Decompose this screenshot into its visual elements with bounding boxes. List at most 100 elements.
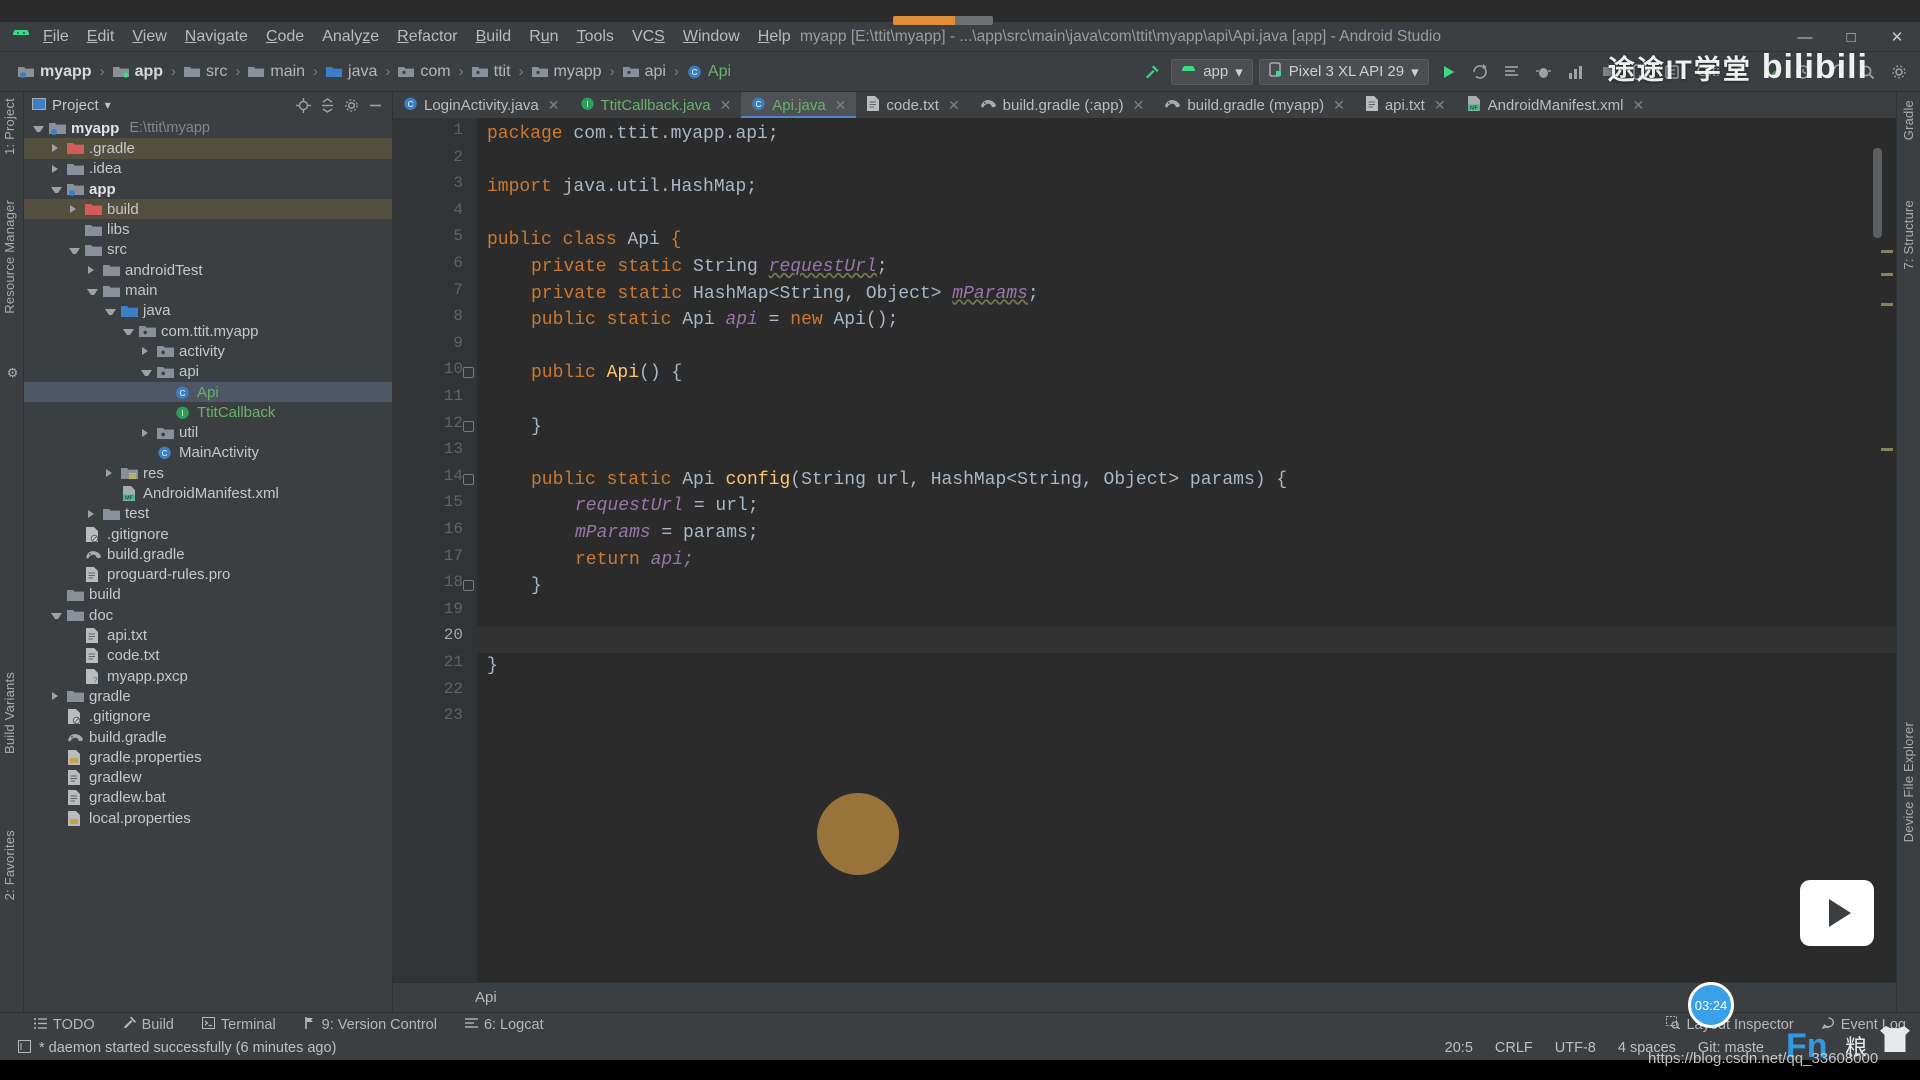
tool-window-build[interactable]: Build [109, 1016, 188, 1033]
settings-gear-icon[interactable] [1886, 59, 1912, 85]
tool-window-device-file-explorer[interactable]: Device File Explorer [1901, 722, 1916, 842]
warning-marker[interactable] [1881, 448, 1893, 451]
close-icon[interactable]: ✕ [720, 97, 732, 114]
tree-node-androidtest[interactable]: androidTest [24, 260, 392, 280]
breadcrumb-item-app[interactable]: app [112, 63, 163, 81]
apply-changes-icon[interactable] [1467, 59, 1493, 85]
tree-node-proguard-rules-pro[interactable]: proguard-rules.pro [24, 565, 392, 585]
tree-node-activity[interactable]: activity [24, 341, 392, 361]
tree-node--idea[interactable]: .idea [24, 159, 392, 179]
tool-window-gradle[interactable]: Gradle [1901, 100, 1916, 140]
chevron-down-icon[interactable] [86, 285, 98, 297]
tree-node-gradle[interactable]: gradle [24, 686, 392, 706]
debug-icon[interactable] [1531, 59, 1557, 85]
tree-node-test[interactable]: test [24, 504, 392, 524]
tree-node-gradlew-bat[interactable]: gradlew.bat [24, 788, 392, 808]
menu-view[interactable]: View [123, 26, 175, 48]
device-selector[interactable]: Pixel 3 XL API 29 ▾ [1258, 58, 1429, 85]
breadcrumb-item-main[interactable]: main [248, 63, 305, 81]
editor-tab-api-java[interactable]: C Api.java ✕ [741, 92, 857, 118]
menu-navigate[interactable]: Navigate [176, 26, 257, 48]
tree-node-androidmanifest-xml[interactable]: MF AndroidManifest.xml [24, 483, 392, 503]
chevron-right-icon[interactable] [68, 203, 80, 215]
editor-tab-build-gradle-app-[interactable]: build.gradle (:app) ✕ [970, 92, 1155, 118]
menu-analyze[interactable]: Analyze [313, 26, 388, 48]
menu-code[interactable]: Code [257, 26, 313, 48]
tree-node-src[interactable]: src [24, 240, 392, 260]
tool-window-todo[interactable]: TODO [0, 1017, 109, 1033]
chevron-down-icon[interactable] [32, 122, 44, 134]
code-fold-marker[interactable] [463, 420, 474, 432]
tool-window-layout-inspector[interactable]: Layout Inspector [1652, 1016, 1807, 1033]
tree-node-build-gradle[interactable]: build.gradle [24, 727, 392, 747]
close-icon[interactable]: ✕ [835, 97, 847, 114]
collapse-all-icon[interactable] [316, 94, 338, 116]
tree-node-code-txt[interactable]: code.txt [24, 646, 392, 666]
code-fold-marker[interactable] [463, 473, 474, 485]
scroll-from-source-icon[interactable] [292, 94, 314, 116]
tree-node-libs[interactable]: libs [24, 219, 392, 239]
tree-node-mainactivity[interactable]: C MainActivity [24, 443, 392, 463]
breadcrumb-item-src[interactable]: src [184, 63, 227, 81]
tree-node-build-gradle[interactable]: build.gradle [24, 544, 392, 564]
tree-node--gradle[interactable]: .gradle [24, 138, 392, 159]
tree-node-myapp-pxcp[interactable]: ? myapp.pxcp [24, 666, 392, 686]
profile-icon[interactable] [1563, 59, 1589, 85]
tool-window-favorites[interactable]: 2: Favorites [2, 830, 17, 900]
tool-window-resource-manager[interactable]: Resource Manager [2, 200, 17, 314]
chevron-down-icon[interactable] [68, 244, 80, 256]
tool-window-logcat[interactable]: 6: Logcat [451, 1017, 558, 1033]
tree-node-java[interactable]: java [24, 301, 392, 321]
tree-node-doc[interactable]: doc [24, 605, 392, 625]
tree-node-api-txt[interactable]: api.txt [24, 625, 392, 645]
tree-node--gitignore[interactable]: .gitignore [24, 707, 392, 727]
hide-panel-icon[interactable] [364, 94, 386, 116]
menu-help[interactable]: Help [749, 26, 800, 48]
chevron-down-icon[interactable] [50, 609, 62, 621]
project-tree[interactable]: myapp E:\ttit\myapp .gradle .idea app build li… [24, 118, 392, 1012]
breadcrumb-item-myapp[interactable]: myapp [18, 63, 92, 81]
code-editor[interactable]: 1 2 3 4 5 6 7 8 9 10 11 12 13 14 15 16 17 18 19 20 21 22 23 pa… [393, 118, 1896, 982]
tree-node-myapp[interactable]: myapp E:\ttit\myapp [24, 118, 392, 138]
editor-scrollbar[interactable] [1873, 148, 1882, 238]
breadcrumb-item-myapp-pkg[interactable]: myapp [531, 63, 602, 81]
tree-node-app[interactable]: app [24, 179, 392, 199]
run-configuration-selector[interactable]: app ▾ [1171, 58, 1253, 85]
line-separator[interactable]: CRLF [1495, 1040, 1533, 1056]
editor-tab-loginactivity-java[interactable]: C LoginActivity.java ✕ [393, 92, 570, 118]
tree-node--gitignore[interactable]: .gitignore [24, 524, 392, 544]
tree-node-api[interactable]: C Api [24, 381, 392, 403]
chevron-right-icon[interactable] [86, 264, 98, 276]
close-button[interactable]: ✕ [1874, 22, 1920, 52]
resource-manager-icon[interactable]: ⚙ [4, 364, 19, 379]
tree-node-util[interactable]: util [24, 422, 392, 442]
chevron-down-icon[interactable] [50, 183, 62, 195]
tool-window-terminal[interactable]: Terminal [188, 1016, 290, 1033]
tool-window-project[interactable]: 1: Project [2, 98, 17, 155]
chevron-right-icon[interactable] [50, 690, 62, 702]
close-icon[interactable]: ✕ [948, 97, 960, 114]
chevron-down-icon[interactable] [140, 366, 152, 378]
code-fold-marker[interactable] [463, 580, 474, 592]
tree-node-gradlew[interactable]: gradlew [24, 768, 392, 788]
menu-tools[interactable]: Tools [568, 26, 623, 48]
breadcrumb-item-Api[interactable]: C Api [687, 63, 731, 81]
menu-refactor[interactable]: Refactor [388, 26, 466, 48]
warning-marker[interactable] [1881, 273, 1893, 276]
menu-window[interactable]: Window [674, 26, 749, 48]
menu-vcs[interactable]: VCS [623, 26, 674, 48]
chevron-right-icon[interactable] [140, 345, 152, 357]
breadcrumb-item-ttit[interactable]: ttit [471, 63, 511, 81]
warning-marker[interactable] [1881, 250, 1893, 253]
tree-node-com-ttit-myapp[interactable]: com.ttit.myapp [24, 321, 392, 341]
editor-tab-code-txt[interactable]: code.txt ✕ [856, 92, 969, 118]
editor-tab-api-txt[interactable]: api.txt ✕ [1355, 92, 1456, 118]
close-icon[interactable]: ✕ [1133, 97, 1145, 114]
warning-marker[interactable] [1881, 303, 1893, 306]
tree-node-api[interactable]: api [24, 362, 392, 382]
tool-window-build-variants[interactable]: Build Variants [2, 672, 17, 754]
chevron-right-icon[interactable] [104, 467, 116, 479]
menu-edit[interactable]: Edit [78, 26, 124, 48]
menu-build[interactable]: Build [467, 26, 521, 48]
breadcrumb-item-java[interactable]: java [326, 63, 377, 81]
